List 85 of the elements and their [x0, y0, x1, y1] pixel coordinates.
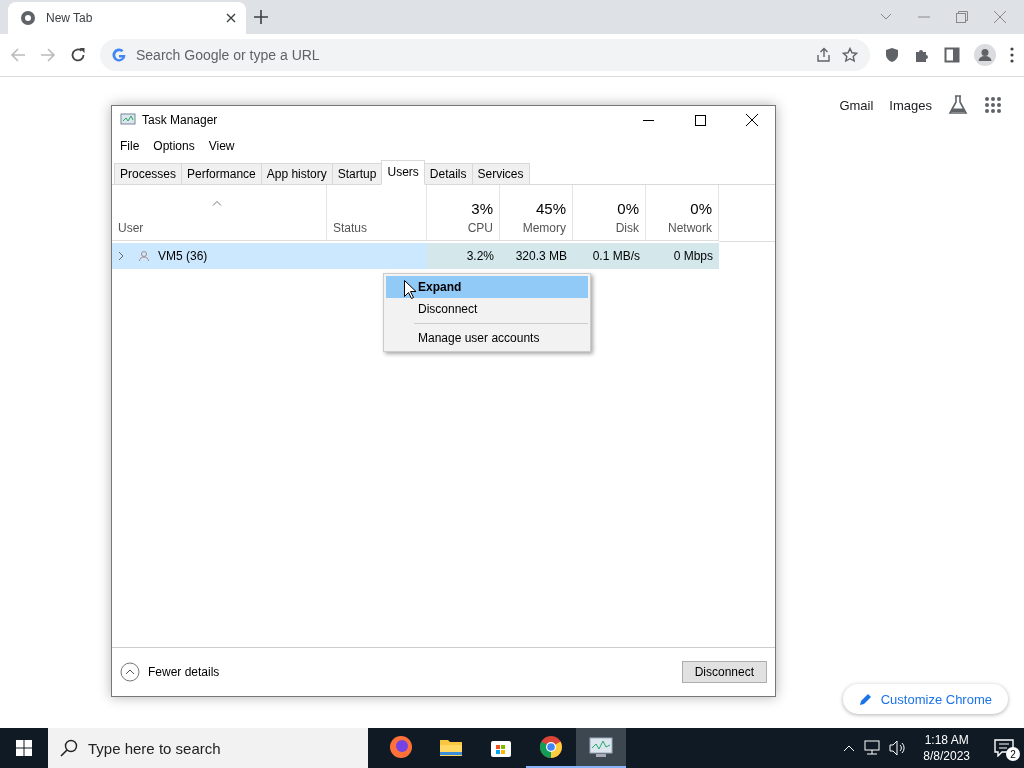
maximize-icon[interactable] — [694, 114, 706, 126]
usage-percent: 0% — [617, 200, 639, 217]
header-link[interactable]: Images — [889, 97, 932, 113]
collapse-icon[interactable] — [120, 662, 140, 682]
share-icon[interactable] — [816, 47, 832, 63]
context-menu-item[interactable]: Expand — [386, 276, 588, 298]
address-bar[interactable]: Search Google or type a URL — [100, 39, 870, 71]
menu-item[interactable]: Options — [147, 139, 201, 153]
apps-grid-icon[interactable] — [984, 96, 1002, 114]
network-icon[interactable] — [863, 740, 882, 756]
tab[interactable]: Details — [423, 163, 473, 184]
window-title: Task Manager — [142, 113, 219, 127]
tab-title: New Tab — [46, 11, 94, 25]
tab[interactable]: Services — [471, 163, 530, 184]
tab[interactable]: Startup — [331, 163, 383, 184]
more-icon[interactable] — [1010, 47, 1014, 63]
disconnect-button[interactable]: Disconnect — [681, 661, 767, 683]
column-header[interactable]: 3% CPU — [427, 185, 500, 241]
menu-item[interactable]: File — [114, 139, 146, 153]
usage-percent: 0% — [690, 200, 712, 217]
puzzle-icon[interactable] — [914, 47, 930, 63]
address-placeholder: Search Google or type a URL — [136, 47, 321, 63]
tab[interactable]: Processes — [114, 163, 183, 184]
column-label: User — [118, 221, 144, 235]
fewer-details-link[interactable]: Fewer details — [148, 665, 220, 679]
user-name: VM5 (36) — [158, 249, 208, 263]
column-header[interactable]: User — [112, 185, 327, 241]
column-label: Disk — [615, 221, 639, 235]
table-cell: 0.1 MB/s — [573, 243, 646, 269]
search-placeholder: Type here to search — [88, 739, 221, 757]
monitor-icon — [120, 113, 136, 127]
sidebar-icon[interactable] — [944, 47, 960, 63]
tab[interactable]: App history — [260, 163, 333, 184]
chevron-up-icon[interactable] — [843, 744, 856, 752]
user-icon — [138, 250, 150, 262]
user-cell[interactable]: VM5 (36) — [112, 243, 327, 269]
folder-icon — [439, 737, 463, 757]
column-header[interactable]: 0% Network — [646, 185, 719, 241]
google-icon — [112, 48, 126, 62]
column-header[interactable]: Status — [327, 185, 427, 241]
mouse-cursor-icon — [404, 280, 416, 299]
chevron-down-icon[interactable] — [880, 13, 892, 21]
time: 1:18 AM — [924, 733, 969, 747]
search-icon — [60, 739, 78, 757]
header-link[interactable]: Gmail — [839, 97, 874, 113]
tab[interactable]: Users — [381, 160, 425, 185]
star-icon[interactable] — [842, 47, 858, 63]
customize-chrome-button[interactable]: Customize Chrome — [842, 684, 1008, 714]
flask-icon[interactable] — [948, 95, 968, 115]
close-icon[interactable] — [746, 114, 758, 126]
table-cell: 0 Mbps — [646, 243, 719, 269]
notification-badge: 2 — [1006, 747, 1020, 761]
speaker-icon[interactable] — [889, 740, 908, 756]
taskbar-search-field[interactable]: Type here to search — [48, 728, 368, 768]
table-cell: 3.2% — [427, 243, 500, 269]
windows-icon — [16, 740, 32, 756]
minimize-icon[interactable] — [642, 119, 654, 121]
notification-icon[interactable] — [994, 739, 1014, 757]
close-icon[interactable] — [226, 13, 236, 23]
clock[interactable]: 1:18 AM 8/8/2023 — [915, 733, 978, 763]
chevron-right-icon[interactable] — [118, 251, 124, 261]
usage-percent: 3% — [471, 200, 493, 217]
context-menu-item[interactable]: Disconnect — [386, 298, 588, 320]
column-header[interactable]: 0% Disk — [573, 185, 646, 241]
browser-tab[interactable]: New Tab — [8, 2, 246, 34]
column-label: Status — [333, 221, 368, 235]
menu-item[interactable]: View — [202, 139, 241, 153]
profile-icon[interactable] — [974, 44, 996, 66]
column-label: CPU — [467, 221, 493, 235]
taskbar-app[interactable] — [576, 728, 626, 768]
column-header[interactable]: 45% Memory — [500, 185, 573, 241]
pencil-icon — [858, 692, 873, 706]
usage-percent: 45% — [535, 200, 566, 217]
shield-icon[interactable] — [884, 47, 900, 63]
column-label: Memory — [522, 221, 566, 235]
firefox-icon — [389, 735, 413, 759]
tab[interactable]: Performance — [181, 163, 262, 184]
column-label: Network — [668, 221, 712, 235]
date: 8/8/2023 — [923, 749, 970, 763]
reload-icon[interactable] — [70, 47, 86, 63]
plus-icon[interactable] — [254, 10, 268, 24]
context-menu-item[interactable]: Manage user accounts — [386, 327, 588, 349]
monitor-icon — [588, 736, 614, 758]
table-cell: 320.3 MB — [500, 243, 573, 269]
restore-icon[interactable] — [956, 11, 968, 23]
